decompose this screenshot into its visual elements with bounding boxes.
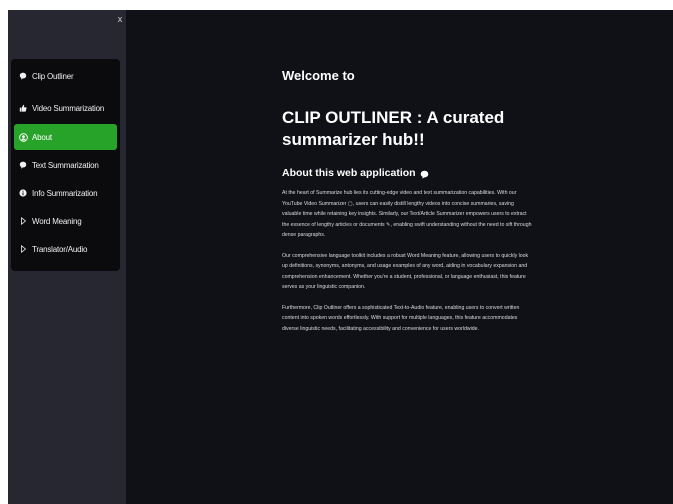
app-window: x Clip Outliner Video Summarization Abou… bbox=[8, 10, 673, 504]
menu-item-info-summarization[interactable]: Info Summarization bbox=[14, 180, 117, 206]
main-content: Welcome to CLIP OUTLINER : A curated sum… bbox=[126, 10, 673, 504]
page-title: CLIP OUTLINER : A curated summarizer hub… bbox=[282, 108, 505, 149]
info-icon bbox=[14, 189, 32, 197]
menu-item-label: Translator/Audio bbox=[32, 244, 88, 254]
speech-bubble-icon bbox=[420, 169, 429, 179]
option-menu: Clip Outliner Video Summarization About … bbox=[11, 59, 120, 271]
menu-item-label: Word Meaning bbox=[32, 216, 82, 226]
close-sidebar-button[interactable]: x bbox=[114, 12, 126, 26]
menu-item-video-summarization[interactable]: Video Summarization bbox=[14, 95, 117, 121]
menu-item-label: Clip Outliner bbox=[32, 71, 74, 81]
about-heading-text: About this web application bbox=[282, 167, 416, 179]
caret-right-icon bbox=[14, 217, 32, 225]
sidebar: x Clip Outliner Video Summarization Abou… bbox=[8, 10, 126, 504]
menu-item-label: Text Summarization bbox=[32, 160, 99, 170]
thumbs-up-icon bbox=[14, 104, 32, 112]
about-heading: About this web application bbox=[282, 166, 534, 180]
welcome-heading: Welcome to bbox=[282, 68, 355, 83]
content-column: Welcome to CLIP OUTLINER : A curated sum… bbox=[282, 67, 534, 334]
menu-item-label: About bbox=[32, 132, 52, 142]
about-paragraph-3: Furthermore, Clip Outliner offers a soph… bbox=[282, 304, 520, 332]
menu-item-label: Info Summarization bbox=[32, 188, 98, 198]
menu-item-about[interactable]: About bbox=[14, 124, 117, 150]
menu-item-translator-audio[interactable]: Translator/Audio bbox=[14, 236, 117, 262]
about-paragraph-1: At the heart of Summarize hub lies its c… bbox=[282, 190, 532, 238]
user-circle-icon bbox=[14, 132, 32, 142]
menu-item-clip-outliner[interactable]: Clip Outliner bbox=[14, 63, 117, 89]
chat-bubble-icon bbox=[14, 72, 32, 80]
caret-right-icon bbox=[14, 245, 32, 253]
menu-item-label: Video Summarization bbox=[32, 103, 105, 113]
menu-item-word-meaning[interactable]: Word Meaning bbox=[14, 208, 117, 234]
menu-item-text-summarization[interactable]: Text Summarization bbox=[14, 152, 117, 178]
about-paragraph-2: Our comprehensive language toolkit inclu… bbox=[282, 252, 529, 291]
chat-bubble-icon bbox=[14, 161, 32, 169]
